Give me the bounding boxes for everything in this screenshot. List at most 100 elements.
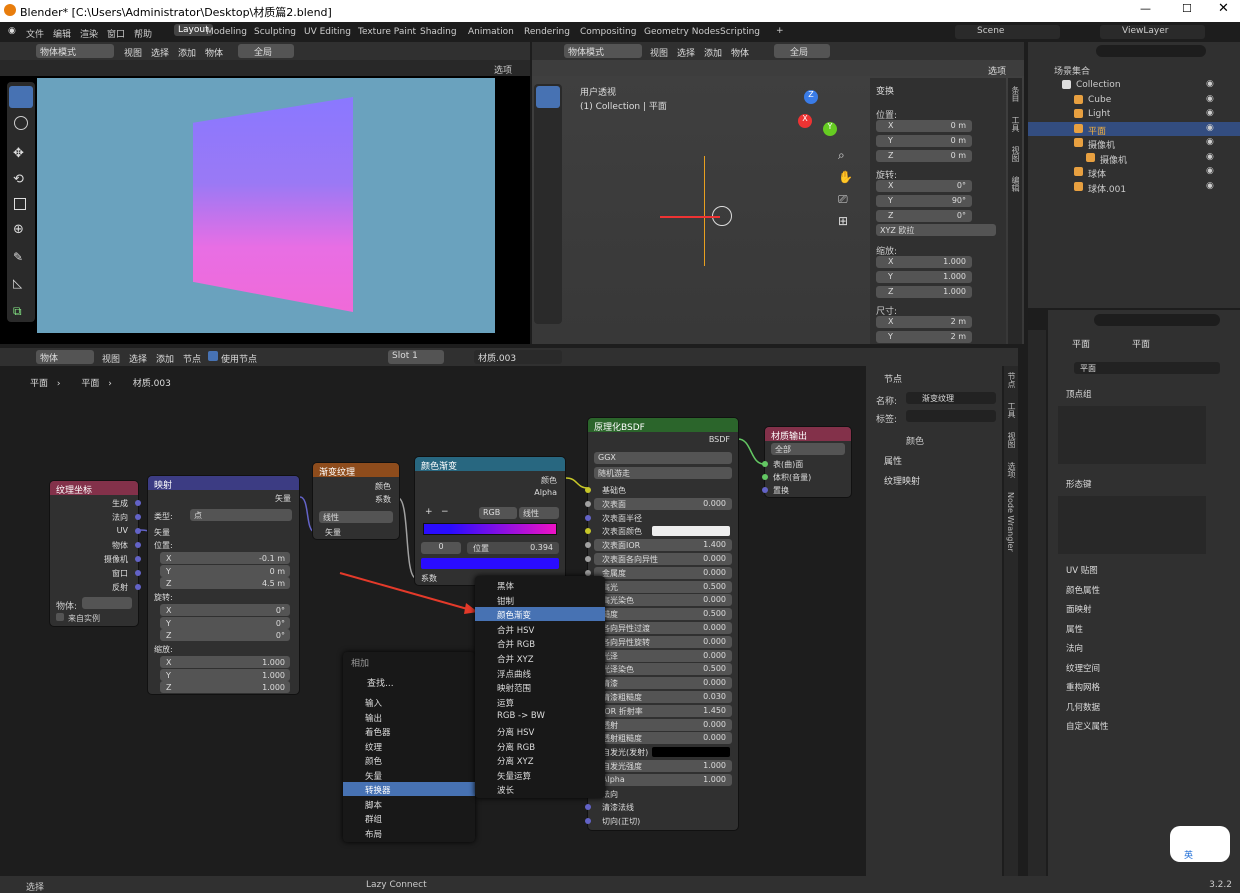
add-cube-icon[interactable]: ⧉ <box>13 304 22 319</box>
cursor-icon[interactable] <box>14 116 28 130</box>
node-tab-1[interactable]: 工具 <box>1006 402 1017 418</box>
add-workspace-icon[interactable]: + <box>776 26 784 36</box>
add-menu-item-4[interactable]: 颜色 <box>343 753 475 767</box>
transform-icon[interactable]: ⊕ <box>13 222 24 237</box>
interpolation-dropdown[interactable]: 线性 <box>519 507 559 519</box>
color-mode-dropdown[interactable]: RGB <box>479 507 517 519</box>
select-box-icon[interactable] <box>9 86 33 108</box>
outliner-row[interactable]: 球体 ◉ <box>1028 165 1240 180</box>
gizmo-x-icon[interactable]: X <box>798 114 812 128</box>
options-button-right[interactable]: 选项 <box>988 64 1006 77</box>
bsdf-input-row[interactable]: 切向(正切) <box>594 815 732 827</box>
texture-mapping-section[interactable]: 纹理映射 <box>884 474 920 487</box>
object-field[interactable] <box>82 597 132 609</box>
workspace-tab-1[interactable]: Modeling <box>206 27 247 37</box>
add-menu-search[interactable]: 查找... <box>367 676 394 689</box>
node-color-ramp[interactable]: 颜色渐变 颜色 Alpha + − RGB 线性 0 位置 0.394 系数 <box>415 457 565 585</box>
npanel-tab-2[interactable]: 视图 <box>1010 146 1021 162</box>
add-menu-item-6[interactable]: 转换器 <box>343 782 475 796</box>
menu-4[interactable]: 帮助 <box>134 27 152 40</box>
converter-item-8[interactable]: 运算 <box>475 695 605 709</box>
input-socket[interactable] <box>585 818 591 825</box>
properties-section[interactable]: 属性 <box>884 454 902 467</box>
target-dropdown[interactable]: 全部 <box>771 443 845 455</box>
blender-menu-icon[interactable]: ◉ <box>8 26 16 36</box>
bsdf-input-row[interactable]: 各向异性过渡 0.000 <box>594 622 732 634</box>
converter-item-5[interactable]: 合并 XYZ <box>475 651 605 665</box>
menu-1[interactable]: 编辑 <box>53 27 71 40</box>
props-section-6[interactable]: 法向 <box>1054 640 1230 656</box>
npanel-tab-1[interactable]: 工具 <box>1010 116 1021 132</box>
zoom-icon[interactable]: ⌕ <box>838 148 845 163</box>
input-socket[interactable] <box>585 514 591 521</box>
bsdf-input-row[interactable]: IOR 折射率 1.450 <box>594 704 732 717</box>
props-section-10[interactable]: 自定义属性 <box>1054 718 1230 734</box>
bsdf-input-row[interactable]: 光泽染色 0.500 <box>594 663 732 676</box>
workspace-tab-10[interactable]: Scripting <box>720 27 760 37</box>
bsdf-input-row[interactable]: 次表面半径 <box>594 512 732 524</box>
node-mapping[interactable]: 映射 矢量 类型: 点 矢量 位置: X -0.1 m Y 0 m Z 4.5 m 旋转:… <box>148 476 299 694</box>
workspace-tab-7[interactable]: Rendering <box>524 27 570 37</box>
object-dropdown[interactable]: 物体 <box>36 350 94 364</box>
converter-item-4[interactable]: 合并 RGB <box>475 636 605 650</box>
menu-0[interactable]: 文件 <box>26 27 44 40</box>
add-menu-item-7[interactable]: 脚本 <box>343 797 475 811</box>
node-name-field[interactable]: 渐变纹理 <box>906 392 996 404</box>
props-section-2[interactable]: UV 贴图 <box>1054 562 1230 578</box>
npanel-tab-3[interactable]: 编辑 <box>1010 176 1021 192</box>
output-socket[interactable] <box>135 584 141 590</box>
visibility-eye-icon[interactable]: ◉ <box>1206 152 1214 162</box>
outliner-search[interactable] <box>1096 45 1206 57</box>
measure-icon[interactable]: ◺ <box>13 276 22 290</box>
menu-item-1[interactable]: 选择 <box>151 46 169 59</box>
bsdf-input-row[interactable]: 自发光强度 1.000 <box>594 760 732 772</box>
outliner-row[interactable]: 摄像机 ◉ <box>1028 136 1240 151</box>
node-material-output[interactable]: 材质输出 全部 表(曲)面 体积(音量) 置换 <box>762 427 851 497</box>
output-socket[interactable] <box>135 556 141 562</box>
converter-item-0[interactable]: 黑体 <box>475 578 605 592</box>
props-section-3[interactable]: 颜色属性 <box>1054 582 1230 598</box>
material-name-field[interactable]: 材质.003 <box>474 350 562 364</box>
bsdf-input-row[interactable]: 清漆粗糙度 0.030 <box>594 691 732 703</box>
shape-keys-list[interactable] <box>1058 496 1206 554</box>
menu-item-2[interactable]: 添加 <box>704 46 722 59</box>
npanel-tab-0[interactable]: 条目 <box>1010 86 1021 102</box>
from-instancer-checkbox[interactable] <box>56 613 64 621</box>
add-menu-item-0[interactable]: 输入 <box>343 695 475 709</box>
bsdf-input-row[interactable]: 糙度 0.500 <box>594 608 732 621</box>
props-section-1[interactable]: 形态键 <box>1054 476 1230 492</box>
type-dropdown[interactable]: 点 <box>190 509 292 521</box>
workspace-tab-3[interactable]: UV Editing <box>304 27 351 37</box>
scene-selector[interactable]: Scene <box>955 25 1060 39</box>
props-section-7[interactable]: 纹理空间 <box>1054 660 1230 676</box>
input-socket[interactable] <box>762 461 768 467</box>
bsdf-input-row[interactable]: 次表面各向异性 0.000 <box>594 553 732 565</box>
visibility-eye-icon[interactable]: ◉ <box>1206 137 1214 147</box>
viewport-left[interactable]: ✥ ⟲ ⊕ ✎ ◺ ⧉ <box>0 76 530 344</box>
converter-item-2[interactable]: 颜色渐变 <box>475 607 605 622</box>
bsdf-input-row[interactable]: 各向异性旋转 0.000 <box>594 635 732 648</box>
menu-item-0[interactable]: 视图 <box>102 352 120 365</box>
node-tab-2[interactable]: 视图 <box>1006 432 1017 448</box>
menu-2[interactable]: 渲染 <box>80 27 98 40</box>
bsdf-input-row[interactable]: 基础色 <box>594 484 732 496</box>
converter-item-10[interactable]: 分离 HSV <box>475 724 605 738</box>
distribution-dropdown[interactable]: GGX <box>594 452 732 464</box>
ortho-grid-icon[interactable]: ⊞ <box>838 214 848 228</box>
scene-collection[interactable]: 场景集合 <box>1054 64 1090 77</box>
converter-item-11[interactable]: 分离 RGB <box>475 739 605 753</box>
workspace-tab-5[interactable]: Shading <box>420 27 457 37</box>
node-tab-0[interactable]: 节点 <box>1006 372 1017 388</box>
bsdf-input-row[interactable]: 高光 0.500 <box>594 580 732 593</box>
menu-item-3[interactable]: 物体 <box>731 46 749 59</box>
workspace-tab-2[interactable]: Sculpting <box>254 27 296 37</box>
input-socket[interactable] <box>585 556 591 562</box>
pan-icon[interactable]: ✋ <box>838 170 853 184</box>
transform-orientation[interactable]: 全局 <box>238 44 294 58</box>
input-socket[interactable] <box>762 487 768 493</box>
bsdf-input-row[interactable]: 金属度 0.000 <box>594 566 732 579</box>
select-box-icon[interactable] <box>536 86 560 108</box>
viewlayer-selector[interactable]: ViewLayer <box>1100 25 1205 39</box>
ime-indicator[interactable]: 英 <box>1170 826 1230 862</box>
minimize-icon[interactable]: — <box>1140 2 1151 15</box>
